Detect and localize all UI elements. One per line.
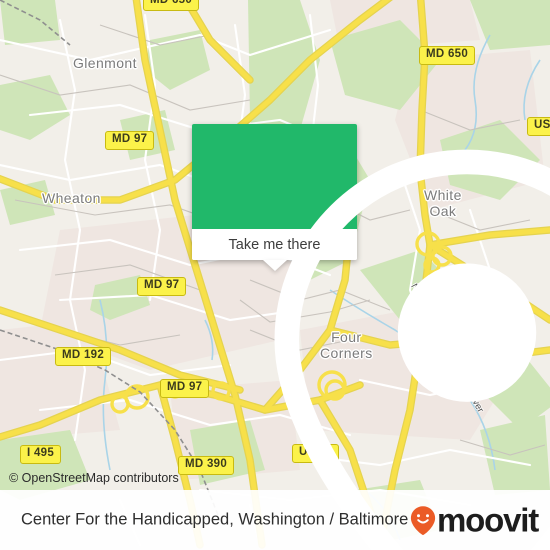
road-shield-md-192[interactable]: MD 192 bbox=[55, 347, 112, 366]
take-me-there-button[interactable]: Take me there bbox=[192, 229, 357, 271]
take-me-there-label: Take me there bbox=[228, 236, 321, 253]
map-screenshot: Glenmont Wheaton White Oak Four Corners … bbox=[0, 0, 550, 550]
openstreetmap-attribution[interactable]: © OpenStreetMap contributors bbox=[9, 471, 179, 485]
popup-tail-pointer bbox=[262, 260, 287, 271]
moovit-wordmark: moovit bbox=[437, 501, 539, 539]
road-shield-md-97-north[interactable]: MD 97 bbox=[105, 131, 155, 150]
map-canvas[interactable]: Glenmont Wheaton White Oak Four Corners … bbox=[0, 0, 550, 550]
road-shield-top-clipped[interactable]: MD 650 bbox=[143, 0, 200, 11]
bottom-bar: Center For the Handicapped, Washington /… bbox=[0, 490, 550, 550]
page-title: Center For the Handicapped, Washington /… bbox=[21, 510, 409, 529]
road-shield-md-97-mid[interactable]: MD 97 bbox=[137, 277, 187, 296]
moovit-logo[interactable]: moovit bbox=[410, 501, 539, 539]
moovit-pin-icon bbox=[410, 505, 436, 535]
popup-hero bbox=[192, 124, 550, 550]
road-shield-md-650[interactable]: MD 650 bbox=[419, 46, 476, 65]
location-popup-card[interactable]: Take me there bbox=[192, 124, 550, 550]
road-shield-i-495[interactable]: I 495 bbox=[20, 445, 62, 464]
